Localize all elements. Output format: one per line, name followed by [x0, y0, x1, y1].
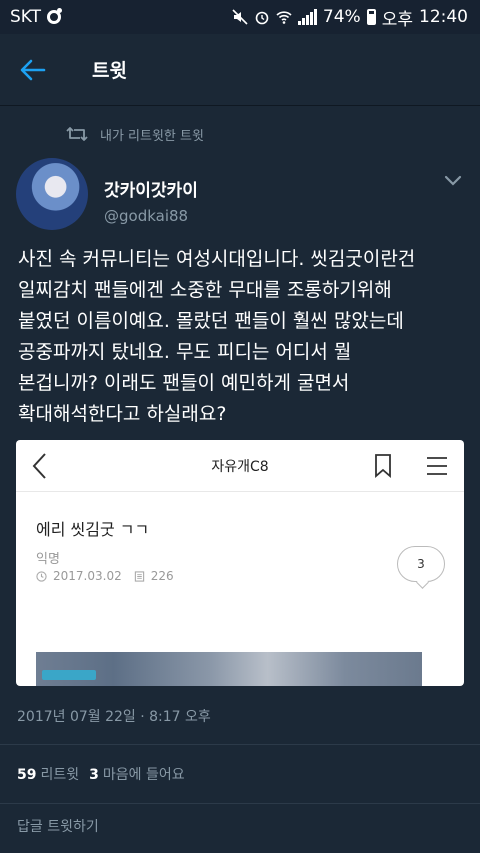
embedded-post-views: 226 [150, 569, 174, 583]
embedded-post-author: 익명 [36, 552, 60, 567]
chevron-down-icon [444, 175, 462, 186]
embedded-photo-caption [42, 670, 96, 680]
retweet-count: 59 [17, 767, 37, 783]
embedded-post-title: 에리 씻김굿 ㄱㄱ [36, 520, 150, 539]
arrow-left-icon [20, 59, 46, 80]
carrier-label: SKT [10, 7, 42, 27]
retweet-icon [66, 127, 88, 141]
retweet-stat[interactable]: 59 리트윗 [17, 764, 79, 784]
tweet-stats: 59 리트윗 3 마음에 들어요 [17, 764, 185, 784]
display-name[interactable]: 갓카이갓카이 [104, 176, 198, 201]
wifi-icon [276, 9, 292, 25]
tweet-text: 사진 속 커뮤니티는 여성시대입니다. 씻김굿이란건 일찌감치 팬들에겐 소중한… [18, 248, 416, 425]
like-stat-label: 마음에 들어요 [102, 767, 185, 783]
tweet-image[interactable]: 자유개C8 에리 씻김굿 ㄱㄱ 익명 2017.03.02 226 3 [16, 440, 464, 686]
retweet-notice-label: 내가 리트윗한 트윗 [100, 128, 204, 144]
embedded-photo [36, 652, 422, 686]
clock-icon [36, 570, 47, 582]
reply-input[interactable]: 답글 트윗하기 [17, 816, 99, 836]
like-stat[interactable]: 3 마음에 들어요 [89, 764, 184, 784]
embedded-header: 자유개C8 [16, 440, 464, 492]
page-title: 트윗 [92, 60, 127, 82]
embedded-comment-count: 3 [397, 546, 445, 582]
embedded-board-title: 자유개C8 [211, 458, 269, 475]
status-bar: SKT 74% 오후 12:40 [0, 0, 480, 34]
embedded-bookmark-icon [375, 454, 391, 478]
document-icon [134, 570, 144, 582]
embedded-post-date: 2017.03.02 [53, 569, 122, 583]
time-ampm: 오후 [381, 9, 413, 30]
battery-icon [366, 9, 376, 25]
avatar[interactable] [16, 158, 88, 230]
embedded-comment-count-label: 3 [417, 557, 425, 571]
embedded-menu-icon [427, 457, 447, 475]
tweet-timestamp: 2017년 07월 22일 · 8:17 오후 [17, 709, 211, 725]
back-button[interactable] [0, 34, 66, 106]
app-header: 트윗 [0, 34, 480, 106]
alarm-icon [254, 9, 270, 25]
divider [0, 744, 480, 745]
signal-icon [297, 9, 317, 25]
user-handle[interactable]: @godkai88 [104, 207, 198, 225]
tweet-author: 갓카이갓카이 @godkai88 [0, 148, 480, 230]
carrier-logo-icon [47, 8, 63, 24]
retweet-stat-label: 리트윗 [40, 767, 80, 783]
battery-percent: 74% [322, 7, 361, 27]
retweet-notice: 내가 리트윗한 트윗 [0, 106, 480, 148]
mute-icon [232, 9, 248, 25]
embedded-post-meta: 2017.03.02 226 [36, 569, 174, 583]
clock: 12:40 [419, 7, 468, 27]
tweet-menu-button[interactable] [444, 158, 462, 224]
like-count: 3 [89, 767, 99, 783]
